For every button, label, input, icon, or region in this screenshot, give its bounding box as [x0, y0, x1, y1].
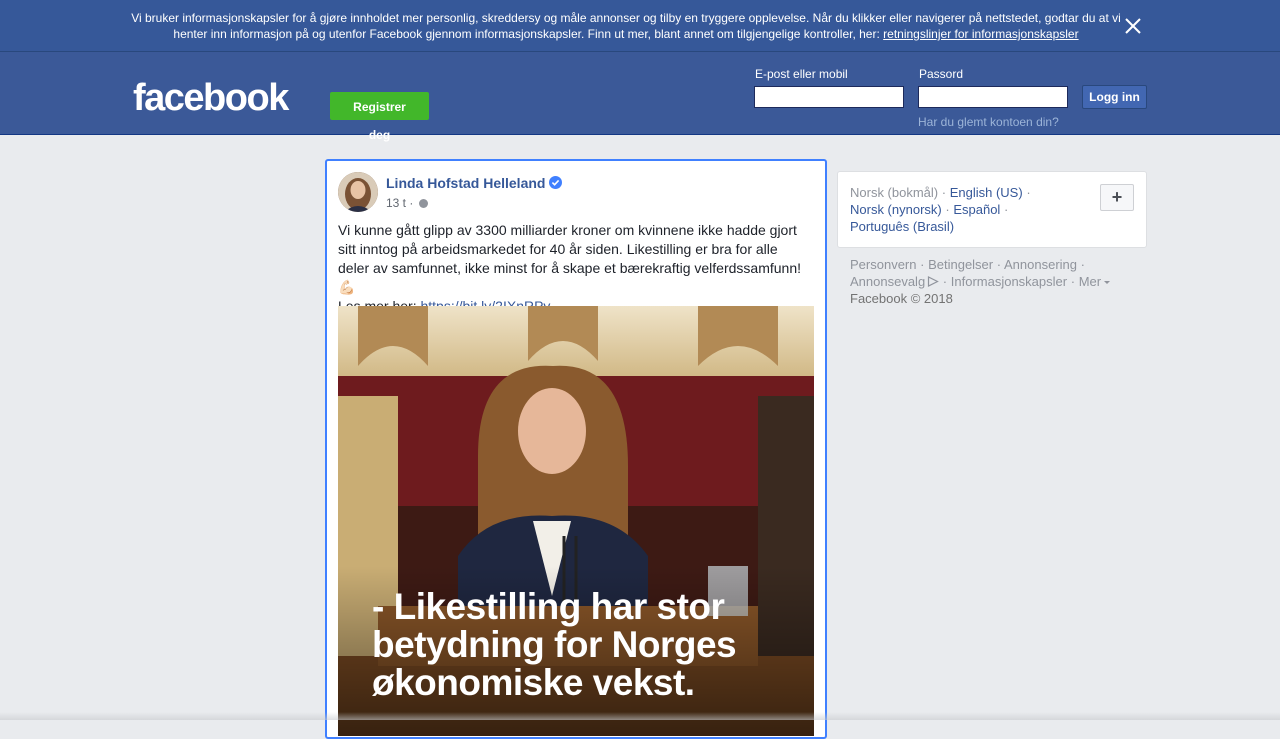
meta-separator: · [409, 196, 414, 210]
post-author[interactable]: Linda Hofstad Helleland [386, 174, 545, 192]
close-icon[interactable] [1122, 15, 1144, 37]
footer-link-mer-label: Mer [1078, 274, 1102, 289]
language-portugues-brasil[interactable]: Português (Brasil) [850, 219, 954, 234]
avatar[interactable] [338, 172, 378, 212]
caret-down-icon [1104, 281, 1111, 284]
footer-link-annonsevalg-label: Annonsevalg [850, 274, 926, 289]
login-button[interactable]: Logg inn [1082, 85, 1147, 109]
separator: · [945, 202, 950, 217]
footer-link-mer[interactable]: Mer [1079, 274, 1111, 289]
forgot-account-link[interactable]: Har du glemt kontoen din? [918, 115, 1059, 129]
separator: · [920, 257, 925, 272]
language-espanol[interactable]: Español [953, 202, 1000, 217]
separator: · [1070, 274, 1076, 289]
flexed-biceps-emoji: 💪🏻 [338, 279, 356, 295]
language-list: Norsk (bokmål) · English (US) · Norsk (n… [850, 184, 1090, 235]
email-field[interactable] [754, 86, 904, 108]
separator: · [996, 257, 1002, 272]
password-label: Passord [919, 67, 964, 81]
copyright: Facebook © 2018 [850, 291, 953, 306]
footer-link-betingelser[interactable]: Betingelser [928, 257, 993, 272]
language-selector: Norsk (bokmål) · English (US) · Norsk (n… [837, 171, 1147, 248]
separator: · [941, 185, 947, 200]
language-norsk-nynorsk[interactable]: Norsk (nynorsk) [850, 202, 942, 217]
separator: · [1080, 257, 1085, 272]
separator: · [1026, 185, 1031, 200]
globe-icon [418, 199, 428, 208]
top-header: facebook Registrer deg E-post eller mobi… [0, 52, 1280, 142]
footer-link-annonsering[interactable]: Annonsering [1004, 257, 1077, 272]
cookie-banner: Vi bruker informasjonskapsler for å gjør… [0, 0, 1280, 52]
password-field[interactable] [918, 86, 1068, 108]
verified-badge-icon [549, 176, 562, 189]
cookie-banner-text: Vi bruker informasjonskapsler for å gjør… [130, 10, 1122, 42]
language-current: Norsk (bokmål) [850, 185, 939, 200]
post-text: Vi kunne gått glipp av 3300 milliarder k… [338, 221, 808, 316]
adchoices-icon [928, 276, 940, 287]
separator: · [1003, 202, 1009, 217]
post-card: Linda Hofstad Helleland 13 t · Vi kunne … [325, 159, 827, 739]
separator: · [942, 274, 948, 289]
post-meta: 13 t · [386, 195, 428, 211]
facebook-logo[interactable]: facebook [133, 76, 289, 120]
post-timestamp[interactable]: 13 t [386, 196, 406, 210]
image-caption: - Likestilling har stor betydning for No… [372, 586, 737, 703]
footer-links: Personvern · Betingelser · Annonsering ·… [850, 256, 1140, 307]
footer-link-personvern[interactable]: Personvern [850, 257, 916, 272]
cookie-policy-link[interactable]: retningslinjer for informasjonskapsler [883, 27, 1078, 41]
post-image[interactable]: - Likestilling har stor betydning for No… [338, 306, 814, 736]
footer-link-informasjonskapsler[interactable]: Informasjonskapsler [951, 274, 1067, 289]
email-label: E-post eller mobil [755, 67, 848, 81]
language-english-us[interactable]: English (US) [950, 185, 1023, 200]
footer-link-annonsevalg[interactable]: Annonsevalg [850, 274, 940, 289]
post-body: Vi kunne gått glipp av 3300 milliarder k… [338, 222, 801, 276]
plus-icon[interactable]: + [1100, 184, 1134, 211]
bottom-shadow [0, 712, 1280, 720]
register-button[interactable]: Registrer deg [330, 92, 429, 142]
